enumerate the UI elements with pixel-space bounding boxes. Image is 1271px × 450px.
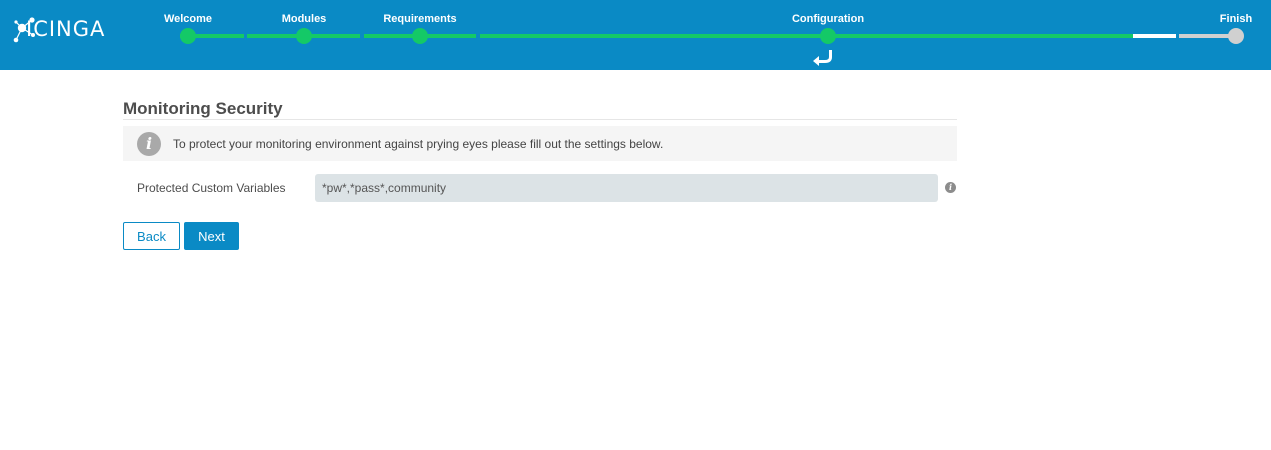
info-message: i To protect your monitoring environment… — [123, 126, 957, 161]
field-help-icon[interactable]: i — [945, 182, 956, 193]
protected-custom-variables-label: Protected Custom Variables — [137, 181, 286, 195]
step-label-welcome: Welcome — [163, 13, 213, 25]
step-dot-modules[interactable] — [296, 28, 312, 44]
title-divider — [123, 119, 957, 120]
step-label-configuration: Configuration — [791, 13, 865, 25]
info-text: To protect your monitoring environment a… — [173, 137, 664, 151]
current-step-return-icon — [813, 50, 832, 66]
back-button[interactable]: Back — [123, 222, 180, 250]
step-dot-welcome[interactable] — [180, 28, 196, 44]
wizard-header: ICINGA Welcome Modules Requirements Conf… — [0, 0, 1271, 70]
page-title: Monitoring Security — [123, 99, 283, 118]
progress-bar-configuration — [480, 34, 1133, 38]
progress-bar-finish — [1179, 34, 1235, 38]
protected-custom-variables-input[interactable] — [315, 174, 938, 202]
next-button[interactable]: Next — [184, 222, 239, 250]
step-label-requirements: Requirements — [383, 13, 457, 25]
step-dot-finish — [1228, 28, 1244, 44]
logo-text: ICINGA — [26, 17, 106, 41]
step-label-modules: Modules — [281, 13, 327, 25]
step-dot-configuration[interactable] — [820, 28, 836, 44]
step-dot-requirements[interactable] — [412, 28, 428, 44]
info-icon: i — [137, 132, 161, 156]
step-label-finish: Finish — [1219, 13, 1253, 25]
progress-bar-configuration-remaining — [1133, 34, 1176, 38]
